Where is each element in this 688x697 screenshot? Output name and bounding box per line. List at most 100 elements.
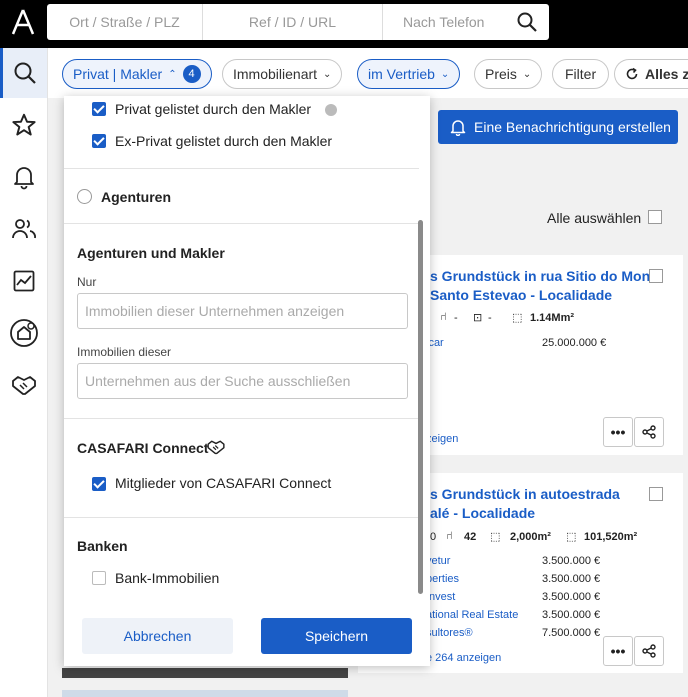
on-sale-filter-chip[interactable]: im Vertrieb ⌄ bbox=[357, 59, 461, 89]
connect-members-label: Mitglieder von CASAFARI Connect bbox=[115, 475, 332, 491]
agencies-radio[interactable] bbox=[77, 189, 92, 204]
filter-bar: Privat | Makler ⌃ 4 Immobilienart ⌄ im V… bbox=[48, 48, 688, 98]
create-notification-label: Eine Benachrichtigung erstellen bbox=[474, 119, 671, 135]
people-icon bbox=[11, 219, 36, 239]
listing-image-strip bbox=[62, 690, 348, 697]
divider bbox=[64, 418, 419, 419]
agency-price: 3.500.000 € bbox=[542, 591, 601, 603]
bath-icon: ⑁ bbox=[446, 530, 453, 542]
dropdown-scrollbar[interactable] bbox=[418, 220, 423, 594]
listing-title[interactable]: s Grundstück in autoestrada alé - Locali… bbox=[430, 485, 620, 523]
sidebar-item-search[interactable] bbox=[0, 48, 47, 98]
chevron-down-icon: ⌄ bbox=[323, 68, 332, 80]
private-by-agent-label: Privat gelistet durch den Makler bbox=[115, 101, 312, 117]
agency-name[interactable]: Invest bbox=[426, 591, 455, 603]
phone-search-field[interactable]: Nach Telefon bbox=[382, 4, 512, 40]
area-icon: ⬚ bbox=[512, 312, 523, 324]
private-agent-filter-chip[interactable]: Privat | Makler ⌃ 4 bbox=[62, 59, 212, 89]
agency-price: 25.000.000 € bbox=[542, 337, 607, 349]
on-sale-filter-label: im Vertrieb bbox=[368, 66, 435, 82]
bedroom-icon: ⊡ bbox=[473, 312, 483, 324]
price-filter-label: Preis bbox=[485, 66, 517, 82]
exclude-label: Immobilien dieser bbox=[77, 345, 172, 359]
save-button[interactable]: Speichern bbox=[261, 618, 412, 654]
location-search-field[interactable]: Ort / Straße / PLZ bbox=[47, 4, 202, 40]
star-icon bbox=[11, 113, 36, 136]
home-icon bbox=[9, 319, 38, 347]
reset-filters-label: Alles zu bbox=[645, 66, 688, 82]
cancel-button[interactable]: Abbrechen bbox=[82, 618, 233, 654]
listing-checkbox[interactable] bbox=[649, 487, 663, 501]
ref-search-field[interactable]: Ref / ID / URL bbox=[202, 4, 382, 40]
connect-members-checkbox[interactable] bbox=[92, 477, 106, 491]
share-button[interactable] bbox=[634, 636, 664, 666]
top-bar: Ort / Straße / PLZ Ref / ID / URL Nach T… bbox=[0, 0, 688, 48]
filter-chip[interactable]: Filter bbox=[552, 59, 610, 89]
share-icon bbox=[642, 644, 656, 658]
sidebar bbox=[0, 48, 48, 697]
search-icon[interactable] bbox=[517, 12, 537, 32]
select-all-checkbox[interactable] bbox=[648, 210, 662, 224]
show-more-link[interactable]: zeigen bbox=[426, 433, 458, 445]
listing-image-strip bbox=[62, 668, 348, 678]
floor-area-icon: ⬚ bbox=[490, 531, 501, 543]
chevron-down-icon: ⌄ bbox=[522, 68, 532, 80]
private-by-agent-checkbox[interactable] bbox=[92, 102, 106, 116]
agency-name[interactable]: ational Real Estate bbox=[426, 609, 518, 621]
sidebar-item-properties[interactable] bbox=[0, 308, 47, 358]
share-button[interactable] bbox=[634, 417, 664, 447]
bedrooms-value: - bbox=[488, 312, 492, 324]
bell-icon bbox=[13, 167, 34, 190]
plot-area-value: 101,520m² bbox=[584, 531, 638, 543]
sidebar-item-favorites[interactable] bbox=[0, 100, 47, 150]
listing-title[interactable]: s Grundstück in rua Sitio do Monte Santo… bbox=[430, 267, 663, 305]
agency-name[interactable]: sultores® bbox=[426, 627, 473, 639]
private-agent-filter-label: Privat | Makler bbox=[73, 66, 163, 82]
property-type-filter-chip[interactable]: Immobilienart ⌄ bbox=[222, 59, 343, 89]
more-options-button[interactable]: ••• bbox=[603, 636, 633, 666]
price-filter-chip[interactable]: Preis ⌄ bbox=[474, 59, 543, 89]
share-icon bbox=[642, 425, 656, 439]
bathrooms-value: - bbox=[454, 312, 458, 324]
show-more-link[interactable]: e 264 anzeigen bbox=[426, 652, 501, 664]
agency-price: 3.500.000 € bbox=[542, 573, 601, 585]
area-value: 1.14Mm² bbox=[530, 312, 575, 324]
agencies-section-heading: Agenturen und Makler bbox=[77, 245, 225, 261]
sidebar-item-analytics[interactable] bbox=[0, 256, 47, 306]
chart-icon bbox=[13, 270, 34, 292]
plot-area-icon: ⬚ bbox=[566, 531, 577, 543]
sidebar-item-contacts[interactable] bbox=[0, 204, 47, 254]
casafari-logo-icon[interactable] bbox=[10, 8, 36, 36]
include-agencies-input[interactable] bbox=[77, 293, 408, 329]
reset-filters-chip[interactable]: Alles zu bbox=[614, 59, 688, 89]
handshake-icon bbox=[11, 376, 36, 395]
property-type-filter-label: Immobilienart bbox=[233, 66, 318, 82]
reset-icon bbox=[626, 67, 638, 80]
agencies-radio-label: Agenturen bbox=[101, 189, 171, 205]
rooms-value: 0 bbox=[430, 531, 437, 543]
private-agent-dropdown: Privat gelistet durch den Makler Ex-Priv… bbox=[64, 96, 430, 666]
more-icon: ••• bbox=[610, 424, 626, 440]
bank-properties-checkbox[interactable] bbox=[92, 571, 106, 585]
filter-label: Filter bbox=[565, 66, 597, 82]
ex-private-label: Ex-Privat gelistet durch den Makler bbox=[115, 133, 333, 149]
bath-icon: ⑁ bbox=[440, 311, 447, 323]
bank-properties-label: Bank-Immobilien bbox=[115, 570, 220, 586]
divider bbox=[64, 223, 419, 224]
agency-price: 3.500.000 € bbox=[542, 609, 601, 621]
divider bbox=[64, 517, 419, 518]
more-options-button[interactable]: ••• bbox=[603, 417, 633, 447]
more-icon: ••• bbox=[610, 643, 626, 659]
floor-area-value: 2,000m² bbox=[510, 531, 551, 543]
search-icon bbox=[14, 62, 36, 84]
create-notification-button[interactable]: Eine Benachrichtigung erstellen bbox=[438, 110, 678, 144]
listing-checkbox[interactable] bbox=[649, 269, 663, 283]
sidebar-item-alerts[interactable] bbox=[0, 152, 47, 202]
banks-section-heading: Banken bbox=[77, 538, 128, 554]
info-icon[interactable] bbox=[325, 104, 337, 116]
exclude-agencies-input[interactable] bbox=[77, 363, 408, 399]
chevron-up-icon: ⌃ bbox=[168, 68, 177, 80]
sidebar-item-connect[interactable] bbox=[0, 360, 47, 410]
agency-name[interactable]: perties bbox=[426, 573, 459, 585]
ex-private-checkbox[interactable] bbox=[92, 134, 106, 148]
